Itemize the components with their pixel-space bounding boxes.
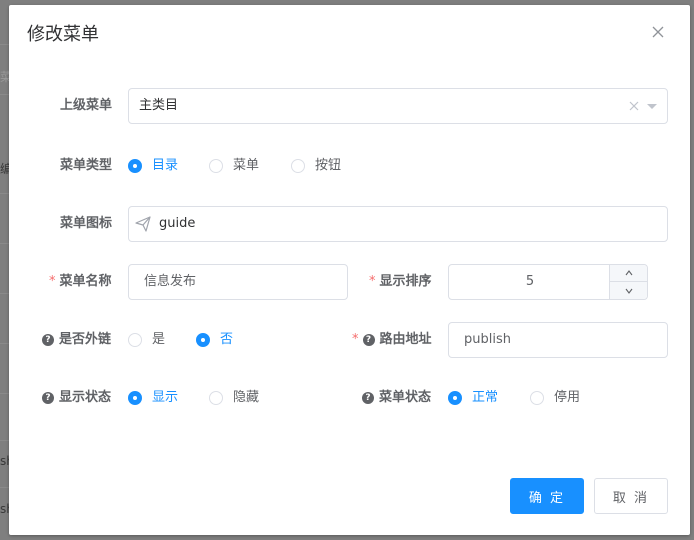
menu-name-label: * 菜单名称 xyxy=(49,272,112,292)
backdrop-divider xyxy=(0,293,9,294)
decrease-button[interactable] xyxy=(610,282,647,299)
backdrop-divider xyxy=(0,487,9,488)
cancel-button[interactable]: 取 消 xyxy=(594,478,668,514)
menu-name-label-text: 菜单名称 xyxy=(59,274,112,289)
parent-menu-value: 主类目 xyxy=(139,98,179,113)
close-icon[interactable] xyxy=(649,23,667,41)
backdrop-divider xyxy=(0,440,9,441)
radio-visible-show[interactable]: 显示 xyxy=(128,388,178,408)
radio-label: 隐藏 xyxy=(233,390,260,405)
increase-button[interactable] xyxy=(610,265,647,282)
radio-button[interactable]: 按钮 xyxy=(291,156,341,176)
route-path-label: * ? 路由地址 xyxy=(352,330,432,350)
menu-type-label: 菜单类型 xyxy=(60,156,112,176)
parent-menu-label: 上级菜单 xyxy=(60,96,112,116)
menu-icon-input[interactable]: guide xyxy=(128,206,668,242)
radio-dot xyxy=(128,159,142,173)
backdrop-text: sh xyxy=(0,502,9,516)
radio-dot xyxy=(128,391,142,405)
radio-label: 按钮 xyxy=(315,158,342,173)
backdrop-text: 菜 xyxy=(0,70,9,84)
question-circle-icon[interactable]: ? xyxy=(362,392,374,404)
radio-dot xyxy=(291,159,305,173)
status-label-text: 菜单状态 xyxy=(379,390,432,405)
radio-directory[interactable]: 目录 xyxy=(128,156,178,176)
menu-name-input[interactable]: 信息发布 xyxy=(128,264,348,300)
visible-label-text: 显示状态 xyxy=(59,390,112,405)
display-order-label: * 显示排序 xyxy=(369,272,432,292)
display-order-value: 5 xyxy=(525,274,535,289)
parent-menu-select[interactable]: 主类目 xyxy=(128,88,668,124)
radio-dot xyxy=(530,391,544,405)
backdrop-text: 编 xyxy=(0,162,9,176)
required-mark: * xyxy=(352,332,359,347)
route-path-value: publish xyxy=(464,332,511,347)
radio-label: 是 xyxy=(152,332,166,347)
paper-plane-icon xyxy=(135,216,151,232)
route-path-label-text: 路由地址 xyxy=(379,332,432,347)
required-mark: * xyxy=(369,274,376,289)
chevron-down-icon xyxy=(625,288,632,294)
backdrop-divider xyxy=(0,94,9,95)
clear-icon[interactable] xyxy=(629,101,639,111)
backdrop-divider xyxy=(0,343,9,344)
question-circle-icon[interactable]: ? xyxy=(362,334,375,346)
radio-label: 显示 xyxy=(152,390,179,405)
parent-menu-label-text: 上级菜单 xyxy=(60,98,113,113)
radio-dot xyxy=(209,391,223,405)
required-mark: * xyxy=(49,274,56,289)
radio-dot xyxy=(448,391,462,405)
radio-external-yes[interactable]: 是 xyxy=(128,330,165,350)
menu-type-label-text: 菜单类型 xyxy=(60,158,113,173)
menu-name-value: 信息发布 xyxy=(144,274,197,289)
is-external-label-text: 是否外链 xyxy=(59,332,112,347)
radio-dot xyxy=(128,333,142,347)
confirm-button[interactable]: 确 定 xyxy=(510,478,584,514)
radio-dot xyxy=(196,333,210,347)
radio-dot xyxy=(209,159,223,173)
radio-label: 目录 xyxy=(152,158,179,173)
menu-icon-label-text: 菜单图标 xyxy=(60,216,113,231)
radio-status-disabled[interactable]: 停用 xyxy=(530,388,580,408)
backdrop-divider xyxy=(0,243,9,244)
backdrop-text: sh xyxy=(0,454,9,468)
menu-icon-label: 菜单图标 xyxy=(60,214,112,234)
stepper-controls xyxy=(609,265,647,299)
display-order-stepper[interactable]: 5 xyxy=(448,264,648,300)
backdrop-divider xyxy=(0,393,9,394)
radio-status-normal[interactable]: 正常 xyxy=(448,388,498,408)
radio-label: 菜单 xyxy=(233,158,260,173)
radio-external-no[interactable]: 否 xyxy=(196,330,233,350)
is-external-label: ? 是否外链 xyxy=(42,330,111,350)
question-circle-icon[interactable]: ? xyxy=(42,334,54,346)
chevron-down-icon[interactable] xyxy=(647,103,657,109)
question-circle-icon[interactable]: ? xyxy=(42,392,54,404)
radio-label: 否 xyxy=(220,332,234,347)
chevron-up-icon xyxy=(625,270,632,276)
radio-label: 停用 xyxy=(554,390,581,405)
backdrop-divider xyxy=(0,44,9,45)
edit-menu-dialog: 修改菜单 上级菜单 主类目 菜单类型 目录 菜单 按钮 菜单图标 guide *… xyxy=(9,5,690,535)
status-label: ? 菜单状态 xyxy=(362,388,431,408)
dialog-title: 修改菜单 xyxy=(27,24,99,45)
radio-visible-hide[interactable]: 隐藏 xyxy=(209,388,259,408)
backdrop-divider xyxy=(0,193,9,194)
visible-label: ? 显示状态 xyxy=(42,388,111,408)
radio-label: 正常 xyxy=(472,390,499,405)
route-path-input[interactable]: publish xyxy=(448,322,668,358)
radio-menu[interactable]: 菜单 xyxy=(209,156,259,176)
display-order-label-text: 显示排序 xyxy=(379,274,432,289)
